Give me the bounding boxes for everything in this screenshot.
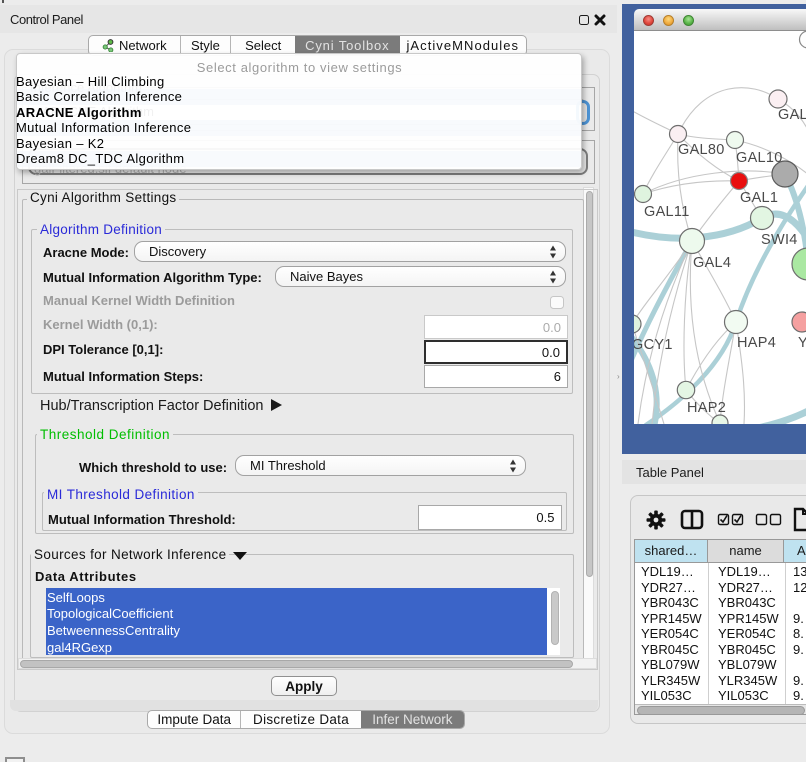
svg-text:GAL11: GAL11 [644,204,690,220]
svg-text:SWI4: SWI4 [761,232,798,248]
svg-text:GAL4: GAL4 [693,255,731,271]
svg-text:GAL80: GAL80 [678,142,725,158]
svg-text:GAL2: GAL2 [778,107,806,123]
svg-text:GAL1: GAL1 [740,190,778,206]
svg-text:GAL10: GAL10 [736,150,783,166]
svg-text:Y: Y [798,335,806,351]
svg-text:HAP2: HAP2 [687,400,726,416]
svg-text:HAP4: HAP4 [737,335,776,351]
svg-text:GCY1: GCY1 [634,337,673,353]
